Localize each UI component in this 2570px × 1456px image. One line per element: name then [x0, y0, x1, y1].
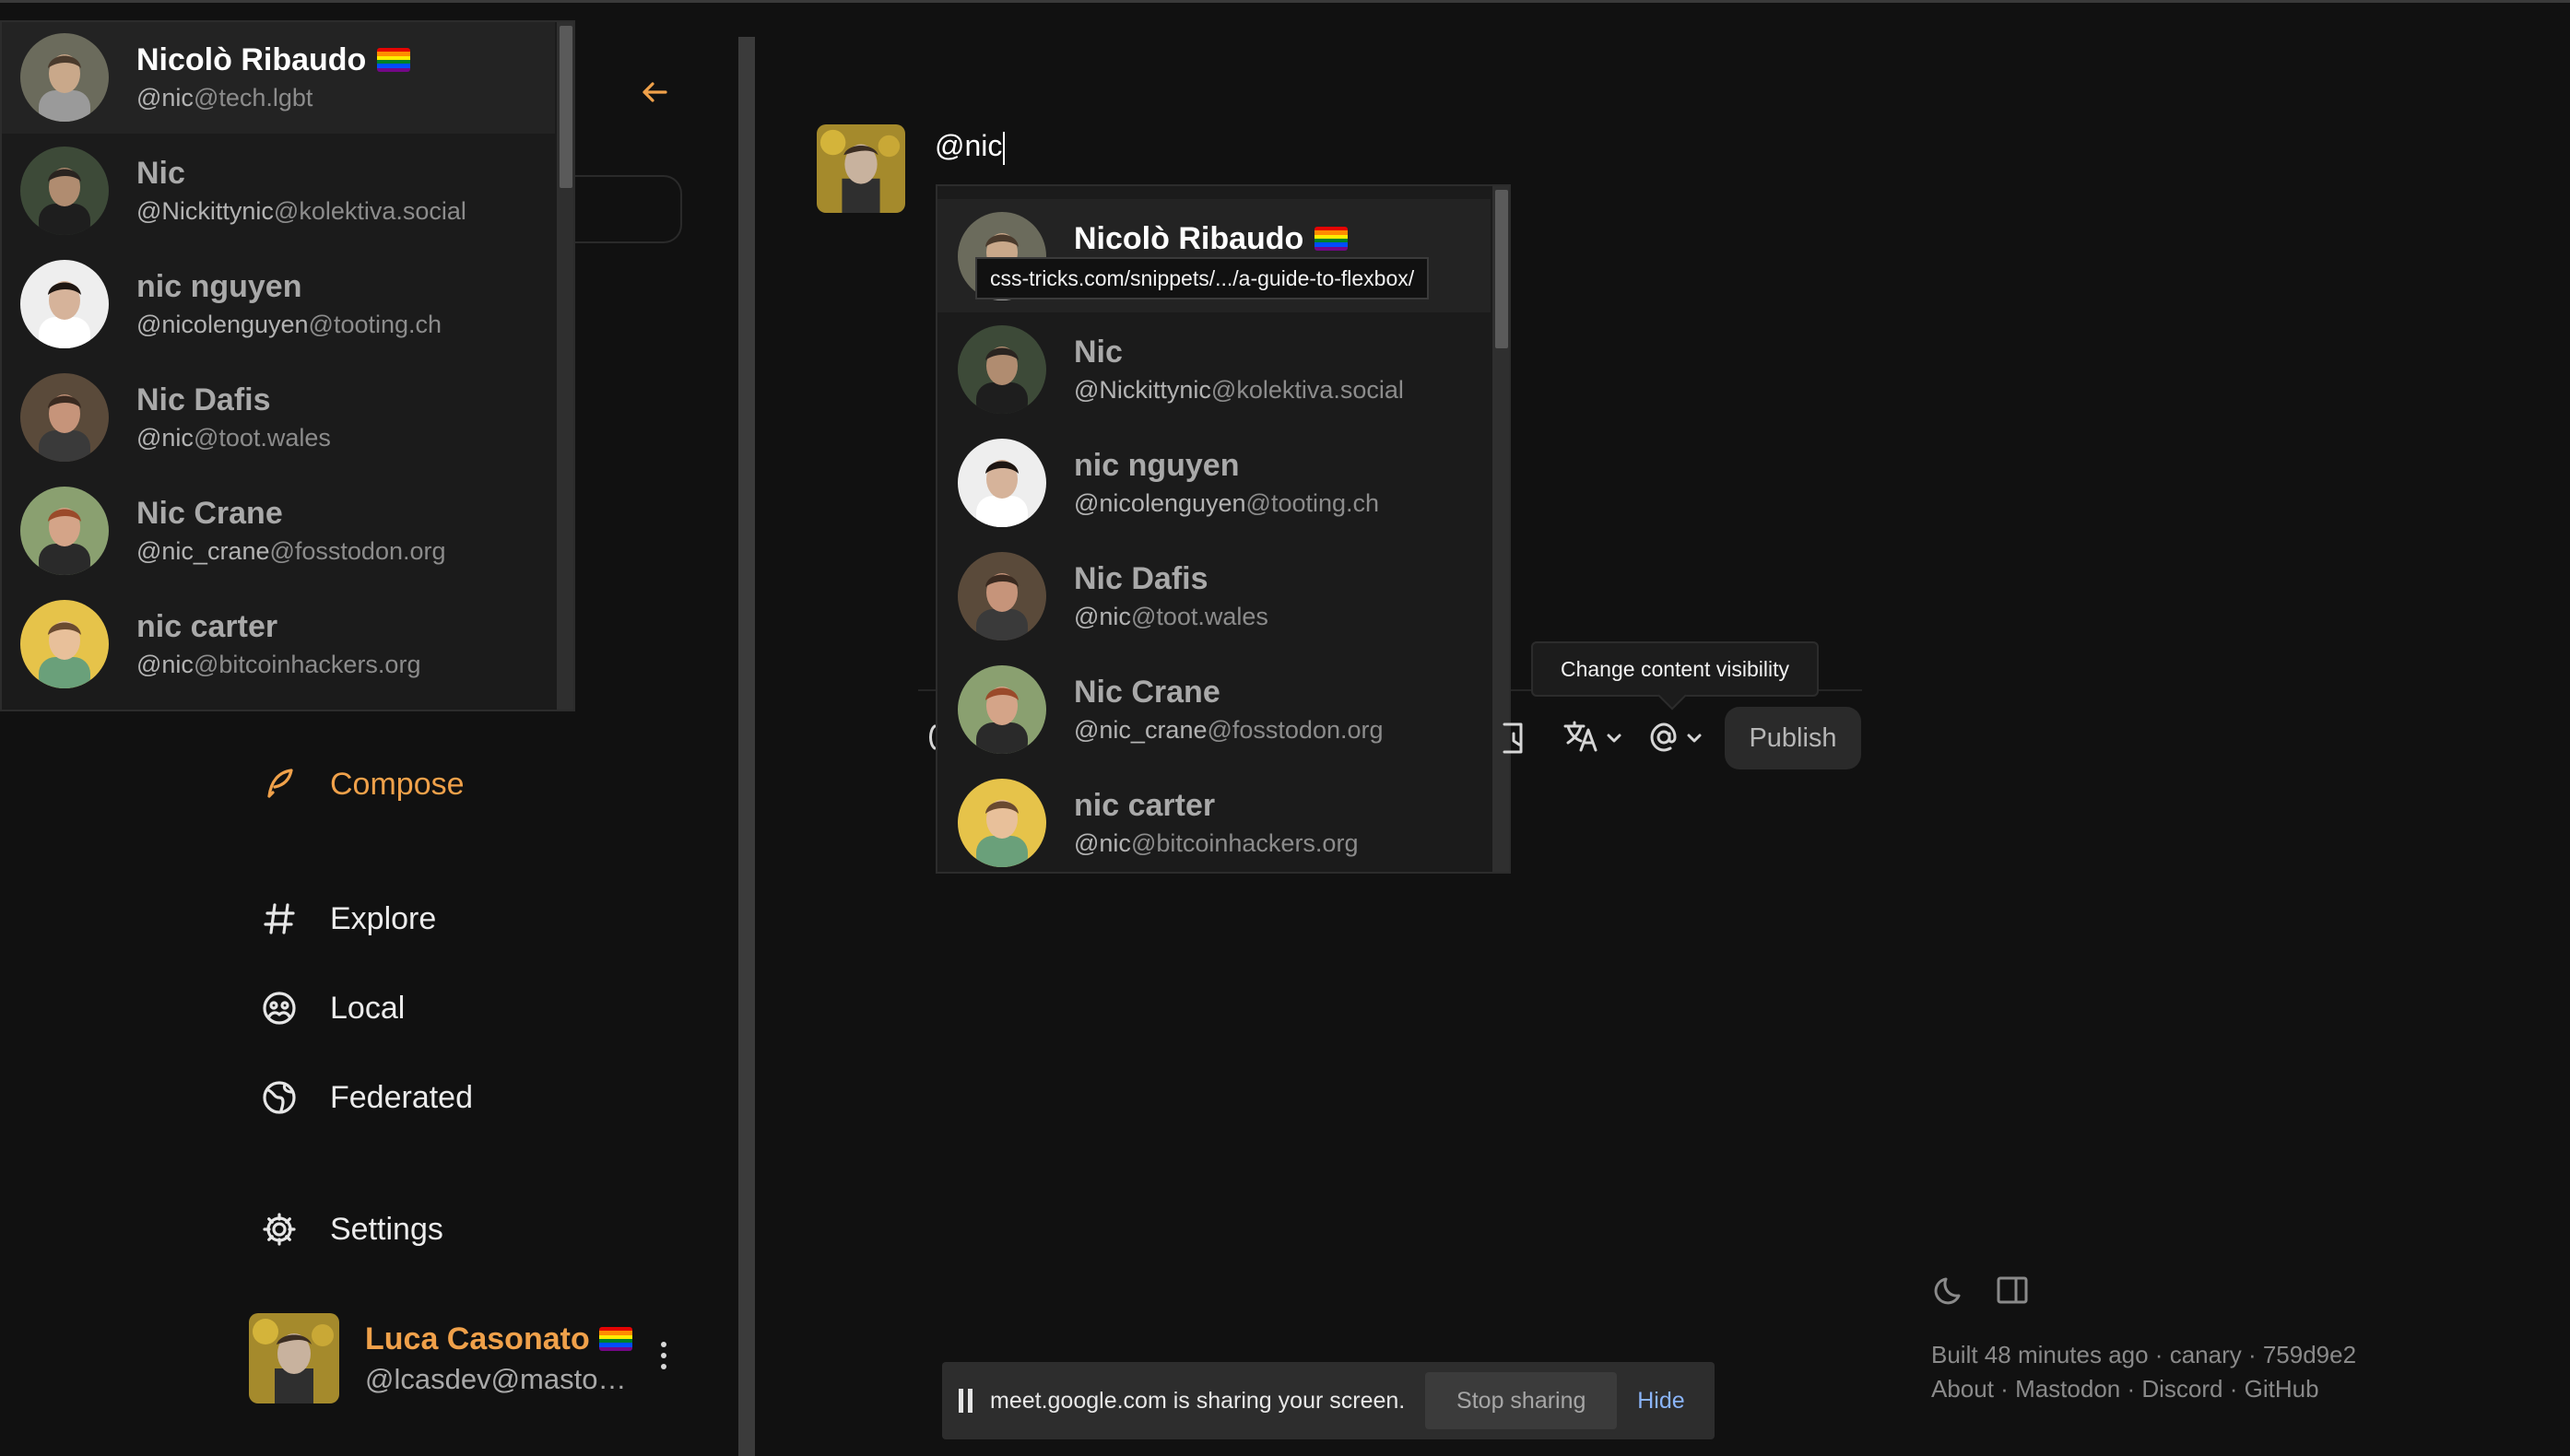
- nav-explore-label: Explore: [330, 900, 437, 936]
- account-display-name: Nicolò Ribaudo: [1074, 221, 1349, 257]
- moon-icon[interactable]: [1931, 1272, 1968, 1309]
- nav-federated-label: Federated: [330, 1079, 473, 1115]
- current-user-profile[interactable]: Luca Casonato @lcasdev@mastod...: [249, 1313, 632, 1403]
- avatar: [20, 259, 109, 348]
- nav-settings-label: Settings: [330, 1211, 443, 1247]
- account-display-name: Nic: [136, 155, 185, 191]
- account-handle: @nicolenguyen@tooting.ch: [136, 310, 442, 338]
- sidebar-toggle-icon[interactable]: [1994, 1272, 2031, 1309]
- avatar: [958, 778, 1046, 867]
- gear-icon: [263, 1213, 296, 1246]
- autocomplete-account-row[interactable]: nic carter @nic@bitcoinhackers.org: [937, 766, 1491, 872]
- account-handle: @nic@tech.lgbt: [136, 83, 313, 112]
- avatar: [958, 324, 1046, 414]
- autocomplete-account-row[interactable]: Nic Crane @nic_crane@fosstodon.org: [937, 652, 1491, 766]
- autocomplete-account-row[interactable]: nic nguyen @nicolenguyen@tooting.ch: [937, 426, 1491, 539]
- avatar: [20, 32, 109, 122]
- publish-button[interactable]: Publish: [1725, 707, 1861, 769]
- account-handle: @nic@bitcoinhackers.org: [1074, 828, 1359, 857]
- rainbow-flag-icon: [377, 48, 411, 72]
- avatar: [249, 1313, 339, 1403]
- account-display-name: nic nguyen: [136, 268, 302, 304]
- column-scrollbar[interactable]: [738, 37, 755, 1456]
- profile-name: Luca Casonato: [365, 1321, 632, 1357]
- account-display-name: Nicolò Ribaudo: [136, 42, 411, 78]
- nav-local[interactable]: Local: [260, 989, 405, 1027]
- pause-icon: [959, 1389, 973, 1413]
- left-account-row[interactable]: Nic Dafis @nic@toot.wales: [2, 360, 555, 474]
- avatar: [958, 551, 1046, 640]
- nav-compose-label: Compose: [330, 766, 465, 802]
- nav-compose[interactable]: Compose: [260, 765, 465, 804]
- avatar: [20, 486, 109, 575]
- nav-settings[interactable]: Settings: [260, 1210, 443, 1249]
- left-account-row[interactable]: Nicolò Ribaudo @nic@tech.lgbt: [2, 22, 555, 134]
- more-options-icon[interactable]: [656, 1342, 671, 1379]
- compose-textarea[interactable]: @nic: [935, 129, 1006, 165]
- toolbar-icon-partial[interactable]: [926, 719, 937, 760]
- share-message: meet.google.com is sharing your screen.: [990, 1387, 1406, 1414]
- visibility-tooltip: Change content visibility: [1531, 641, 1819, 697]
- hash-icon: [264, 903, 295, 934]
- autocomplete-account-row[interactable]: Nic Dafis @nic@toot.wales: [937, 539, 1491, 652]
- nav-federated[interactable]: Federated: [260, 1078, 473, 1117]
- account-handle: @nic@toot.wales: [1074, 602, 1268, 630]
- globe-icon: [263, 1081, 296, 1114]
- account-handle: @nicolenguyen@tooting.ch: [1074, 488, 1380, 517]
- build-info: Built 48 minutes ago · canary · 759d9e2: [1931, 1341, 2357, 1368]
- left-account-row[interactable]: Nic Crane @nic_crane@fosstodon.org: [2, 474, 555, 587]
- schedule-icon[interactable]: [1501, 719, 1528, 760]
- account-display-name: Nic Dafis: [1074, 560, 1208, 596]
- account-display-name: nic carter: [136, 608, 278, 644]
- avatar: [958, 664, 1046, 754]
- rainbow-flag-icon: [1314, 227, 1349, 251]
- footer-link-github[interactable]: GitHub: [2245, 1375, 2319, 1403]
- stop-sharing-button[interactable]: Stop sharing: [1425, 1372, 1618, 1429]
- feather-icon: [267, 769, 293, 798]
- autocomplete-scrollbar-thumb[interactable]: [1495, 190, 1508, 348]
- avatar: [20, 146, 109, 235]
- people-circle-icon: [263, 992, 296, 1025]
- account-handle: @nic_crane@fosstodon.org: [1074, 715, 1384, 744]
- account-handle: @nic_crane@fosstodon.org: [136, 536, 446, 565]
- hide-button[interactable]: Hide: [1637, 1388, 1684, 1415]
- account-handle: @Nickittynic@kolektiva.social: [1074, 375, 1404, 404]
- footer-link-about[interactable]: About: [1931, 1375, 1994, 1403]
- autocomplete-account-row[interactable]: Nic @Nickittynic@kolektiva.social: [937, 312, 1491, 426]
- avatar: [958, 438, 1046, 527]
- link-tooltip: css-tricks.com/snippets/.../a-guide-to-f…: [975, 257, 1430, 299]
- footer-link-discord[interactable]: Discord: [2141, 1375, 2222, 1403]
- window-top-border: [0, 0, 2570, 3]
- account-display-name: nic carter: [1074, 787, 1216, 823]
- account-display-name: Nic: [1074, 334, 1123, 370]
- left-account-row[interactable]: nic carter @nic@bitcoinhackers.org: [2, 587, 555, 700]
- account-handle: @nic@toot.wales: [136, 423, 331, 452]
- nav-local-label: Local: [330, 990, 406, 1026]
- avatar: [20, 372, 109, 462]
- footer-link-mastodon[interactable]: Mastodon: [2015, 1375, 2120, 1403]
- back-arrow-icon[interactable]: [636, 74, 673, 111]
- mention-visibility-icon[interactable]: [1648, 719, 1709, 760]
- compose-avatar: [817, 124, 905, 213]
- language-icon[interactable]: [1562, 719, 1623, 760]
- avatar: [20, 599, 109, 688]
- footer-links: About · Mastodon · Discord · GitHub: [1931, 1375, 2319, 1403]
- rainbow-flag-icon: [598, 1327, 632, 1351]
- account-display-name: Nic Crane: [1074, 674, 1220, 710]
- screen-share-bar: meet.google.com is sharing your screen. …: [942, 1362, 1715, 1439]
- footer-icons: [1931, 1272, 2031, 1309]
- account-display-name: Nic Crane: [136, 495, 283, 531]
- account-handle: @Nickittynic@kolektiva.social: [136, 196, 466, 225]
- list-scrollbar-thumb[interactable]: [560, 26, 572, 188]
- nav-explore[interactable]: Explore: [260, 899, 436, 938]
- left-account-row[interactable]: Nic @Nickittynic@kolektiva.social: [2, 134, 555, 247]
- account-suggestions-left: nic carter @nic@bitcoinhackers.org Nic Cra…: [0, 20, 575, 711]
- account-display-name: nic nguyen: [1074, 447, 1240, 483]
- account-display-name: Nic Dafis: [136, 382, 271, 417]
- profile-handle: @lcasdev@mastod...: [365, 1362, 632, 1395]
- left-account-row[interactable]: nic nguyen @nicolenguyen@tooting.ch: [2, 247, 555, 360]
- account-handle: @nic@bitcoinhackers.org: [136, 650, 421, 678]
